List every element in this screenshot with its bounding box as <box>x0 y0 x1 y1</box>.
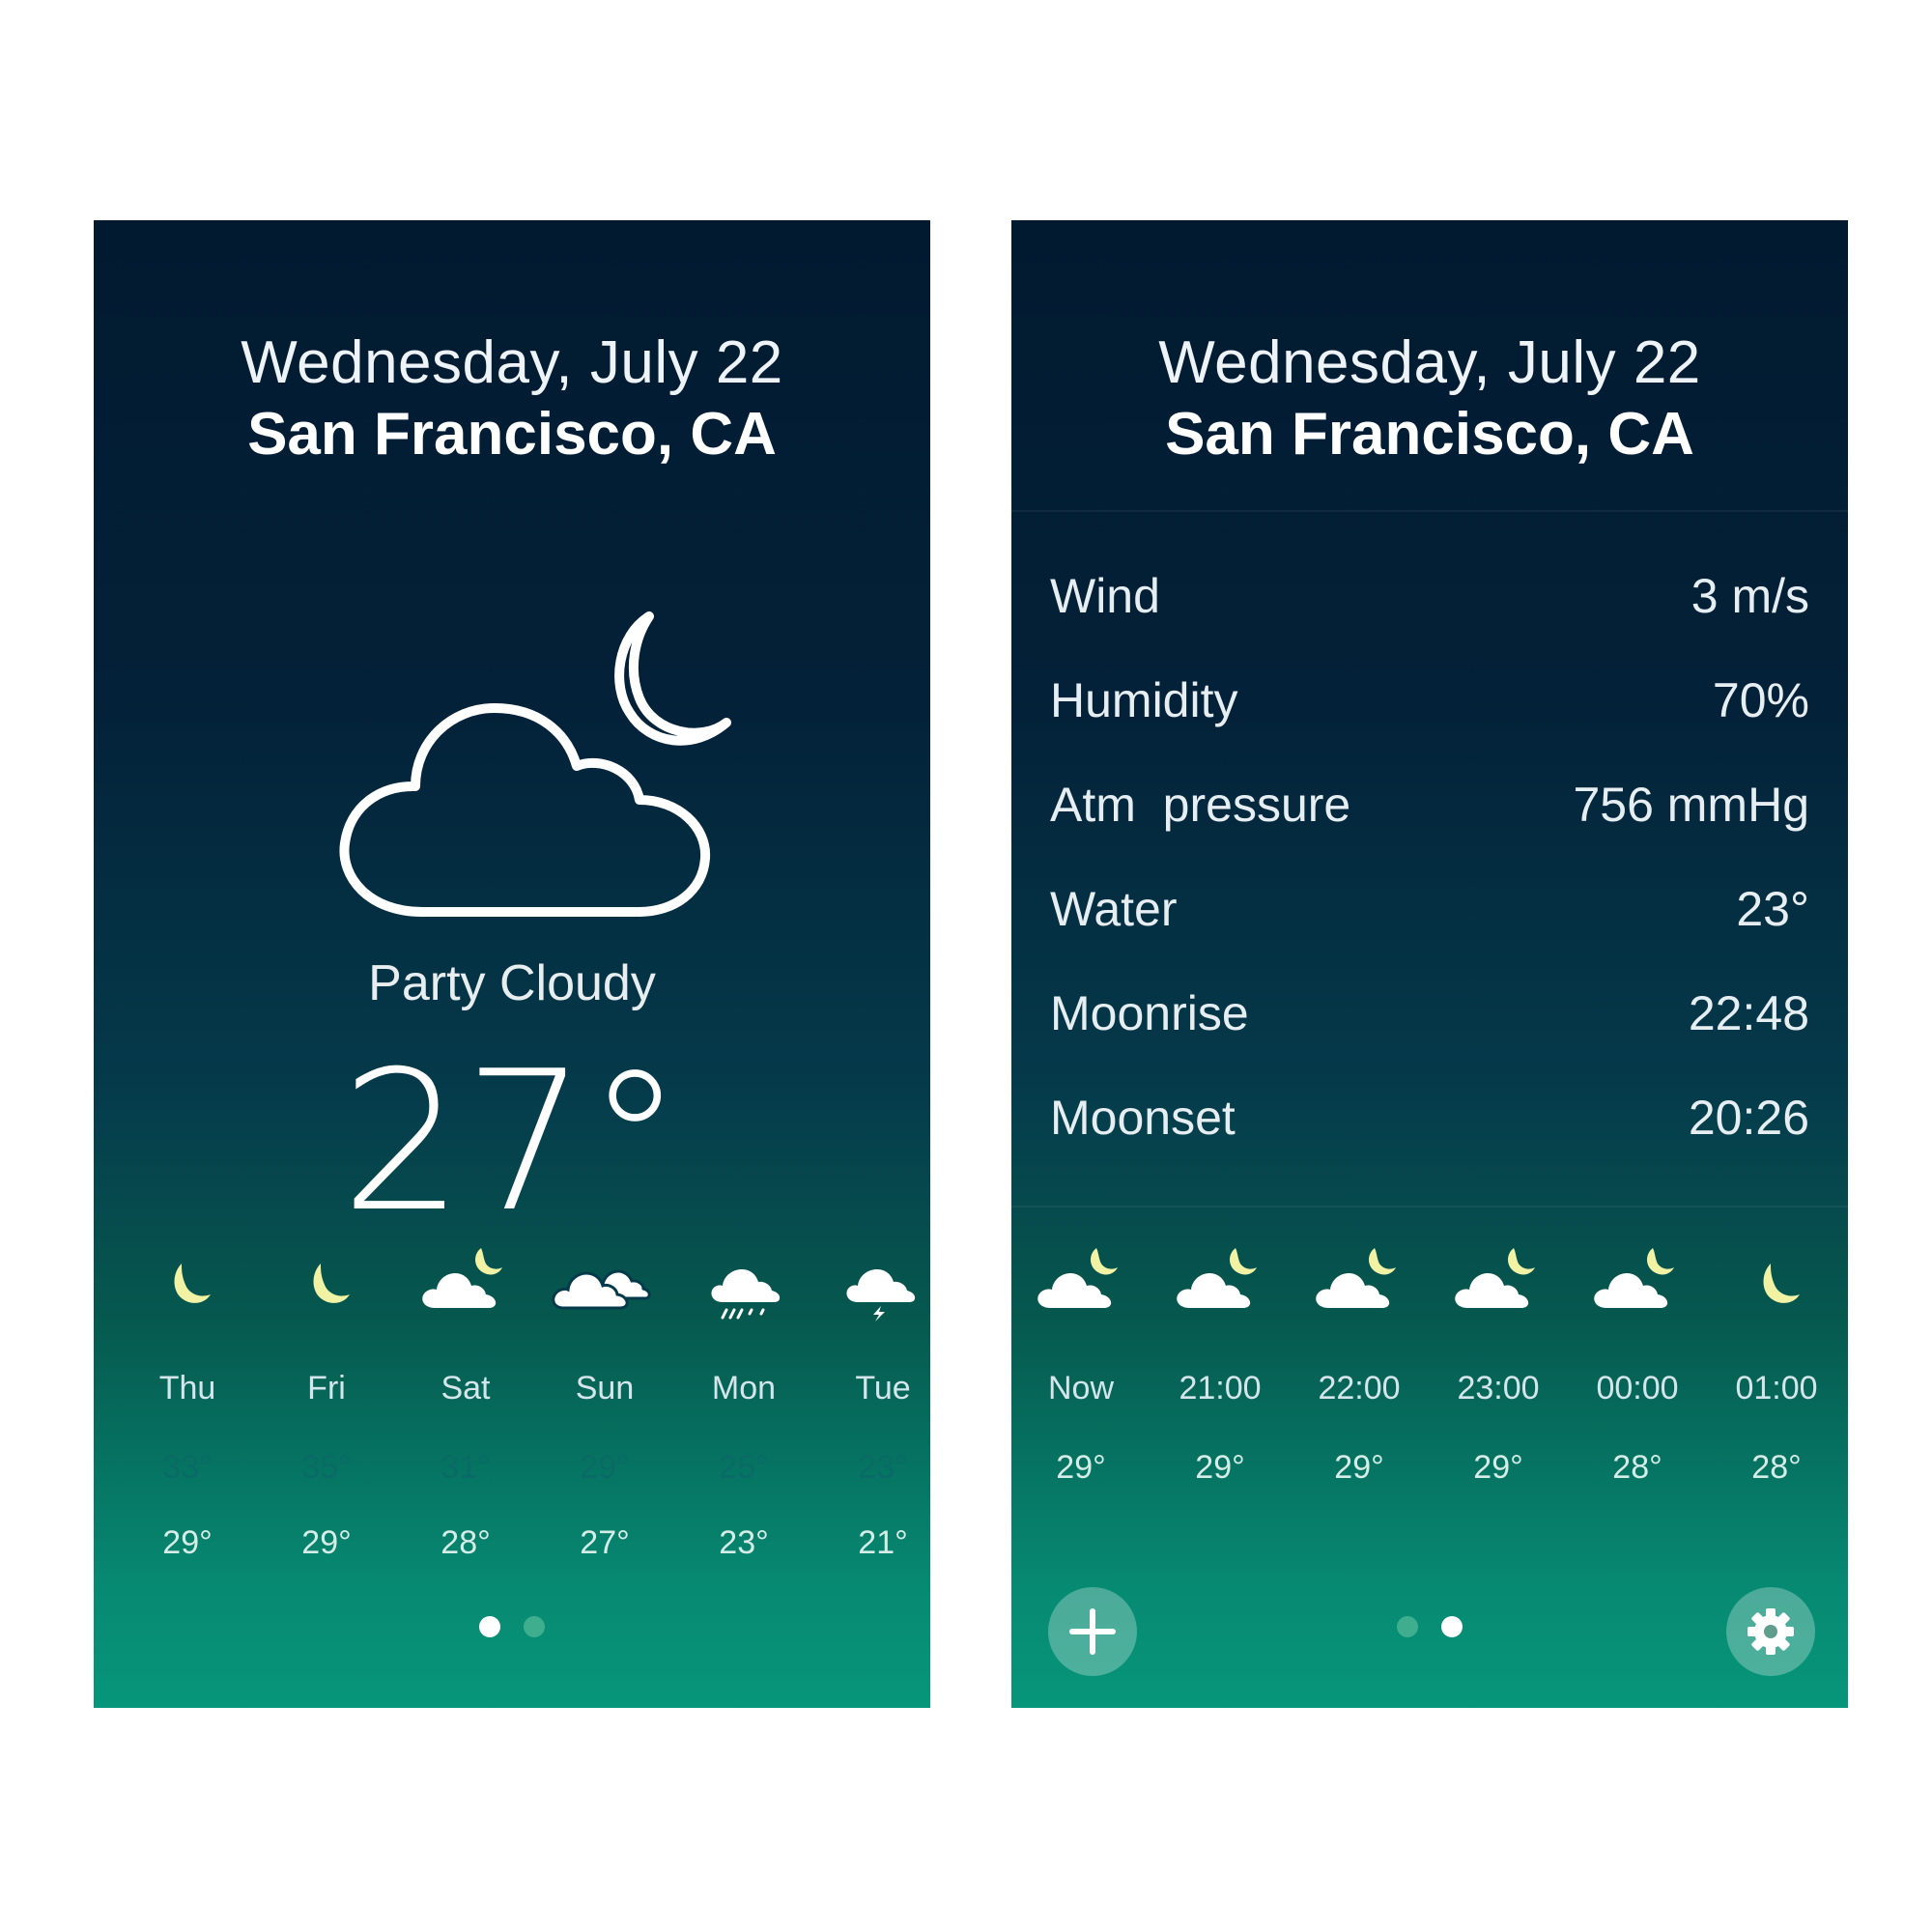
page-indicator <box>94 1616 930 1639</box>
forecast-day[interactable]: Sat 31° 28° <box>396 1244 535 1563</box>
hourly-time: 22:00 <box>1318 1370 1401 1406</box>
detail-label: Humidity <box>1050 673 1238 727</box>
weather-screen-details: Wednesday, July 22 San Francisco, CA Win… <box>1011 220 1848 1708</box>
cloud-moon-icon <box>422 1248 502 1308</box>
forecast-high: 31° <box>440 1449 491 1486</box>
details-list: Wind 3 m/s Humidity 70% Atm pressure 756… <box>1050 549 1809 1175</box>
forecast-low: 27° <box>580 1524 630 1561</box>
forecast-day[interactable]: Mon 25° 23° <box>674 1244 813 1563</box>
forecast-low: 28° <box>440 1524 491 1561</box>
detail-value: 3 m/s <box>1690 569 1809 623</box>
hourly-forecast: Now 29° 21:00 29° 22:00 29° 23:00 29° 00… <box>1011 1244 1848 1495</box>
moon-icon <box>1763 1264 1800 1303</box>
hourly-temp: 29° <box>1473 1449 1523 1486</box>
detail-value: 70% <box>1712 673 1809 727</box>
forecast-day[interactable]: Fri 35° 29° <box>257 1244 396 1563</box>
hourly-item[interactable]: 01:00 28° <box>1707 1244 1846 1495</box>
hourly-temp: 29° <box>1056 1449 1106 1486</box>
hourly-time: 00:00 <box>1596 1370 1679 1406</box>
divider <box>1011 510 1848 512</box>
forecast-day[interactable]: Sun 29° 27° <box>535 1244 674 1563</box>
cloud-moon-icon <box>1177 1248 1257 1308</box>
forecast-low: 21° <box>858 1524 908 1561</box>
detail-row-water: Water 23° <box>1050 862 1809 966</box>
current-temperature: 27° <box>340 1030 684 1255</box>
detail-row-pressure: Atm pressure 756 mmHg <box>1050 757 1809 862</box>
hourly-temp: 29° <box>1195 1449 1245 1486</box>
page-indicator <box>1011 1616 1848 1639</box>
detail-label: Atm pressure <box>1050 778 1351 832</box>
date-label: Wednesday, July 22 <box>1158 329 1701 396</box>
page-dot[interactable] <box>1397 1616 1418 1637</box>
forecast-day-label: Fri <box>307 1370 346 1406</box>
city-label: San Francisco, CA <box>1165 401 1694 468</box>
hourly-time: 01:00 <box>1735 1370 1818 1406</box>
hourly-time: 21:00 <box>1179 1370 1262 1406</box>
hourly-time: Now <box>1047 1370 1115 1406</box>
hourly-item[interactable]: 22:00 29° <box>1290 1244 1429 1495</box>
detail-row-moonrise: Moonrise 22:48 <box>1050 966 1809 1070</box>
detail-label: Water <box>1050 882 1178 936</box>
cloud-rain-icon <box>711 1269 781 1320</box>
divider <box>1011 1206 1848 1208</box>
detail-label: Wind <box>1050 569 1160 623</box>
forecast-day-label: Mon <box>711 1370 777 1406</box>
forecast-day-label: Sat <box>440 1370 491 1406</box>
detail-row-moonset: Moonset 20:26 <box>1050 1070 1809 1175</box>
detail-value: 20:26 <box>1688 1091 1809 1145</box>
detail-value: 23° <box>1736 882 1809 936</box>
settings-button[interactable] <box>1726 1587 1815 1676</box>
forecast-low: 29° <box>162 1524 213 1561</box>
cloud-moon-icon <box>1316 1248 1396 1308</box>
hourly-temp: 28° <box>1612 1449 1662 1486</box>
forecast-low: 23° <box>719 1524 769 1561</box>
forecast-high: 35° <box>301 1449 352 1486</box>
detail-row-wind: Wind 3 m/s <box>1050 549 1809 653</box>
hourly-item[interactable]: Now 29° <box>1011 1244 1151 1495</box>
weather-screen-main: Wednesday, July 22 San Francisco, CA Par… <box>94 220 930 1708</box>
forecast-high: 23° <box>858 1449 908 1486</box>
cloud-moon-icon <box>339 611 731 917</box>
moon-icon <box>313 1264 350 1303</box>
forecast-high: 25° <box>719 1449 769 1486</box>
forecast-day-label: Thu <box>158 1370 216 1406</box>
detail-row-humidity: Humidity 70% <box>1050 653 1809 757</box>
page-dot-active[interactable] <box>1441 1616 1463 1637</box>
detail-label: Moonset <box>1050 1091 1236 1145</box>
date-label: Wednesday, July 22 <box>241 329 783 396</box>
forecast-high: 29° <box>580 1449 630 1486</box>
cloud-lightning-icon <box>846 1269 916 1321</box>
detail-value: 22:48 <box>1688 986 1809 1040</box>
forecast-high: 33° <box>162 1449 213 1486</box>
clouds-icon <box>552 1269 651 1310</box>
forecast-low: 29° <box>301 1524 352 1561</box>
detail-label: Moonrise <box>1050 986 1249 1040</box>
forecast-day-label: Sun <box>575 1370 635 1406</box>
detail-value: 756 mmHg <box>1573 778 1809 832</box>
page-dot[interactable] <box>524 1616 545 1637</box>
cloud-moon-icon <box>1594 1248 1674 1308</box>
condition-label: Party Cloudy <box>368 955 656 1011</box>
forecast-day-label: Tue <box>855 1370 911 1406</box>
forecast-day[interactable]: Thu 33° 29° <box>118 1244 257 1563</box>
daily-forecast: Thu 33° 29° Fri 35° 29° Sat 31° 28° Sun … <box>94 1244 930 1563</box>
hourly-item[interactable]: 23:00 29° <box>1429 1244 1568 1495</box>
hourly-item[interactable]: 21:00 29° <box>1151 1244 1290 1495</box>
city-label: San Francisco, CA <box>247 401 777 468</box>
cloud-moon-icon <box>1455 1248 1535 1308</box>
moon-icon <box>174 1264 211 1303</box>
cloud-moon-icon <box>1037 1248 1118 1308</box>
hourly-item[interactable]: 00:00 28° <box>1568 1244 1707 1495</box>
hourly-temp: 29° <box>1334 1449 1384 1486</box>
page-dot-active[interactable] <box>479 1616 500 1637</box>
forecast-day[interactable]: Tue 23° 21° <box>813 1244 930 1563</box>
hourly-temp: 28° <box>1751 1449 1802 1486</box>
hourly-time: 23:00 <box>1457 1370 1540 1406</box>
gear-icon <box>1747 1608 1794 1655</box>
